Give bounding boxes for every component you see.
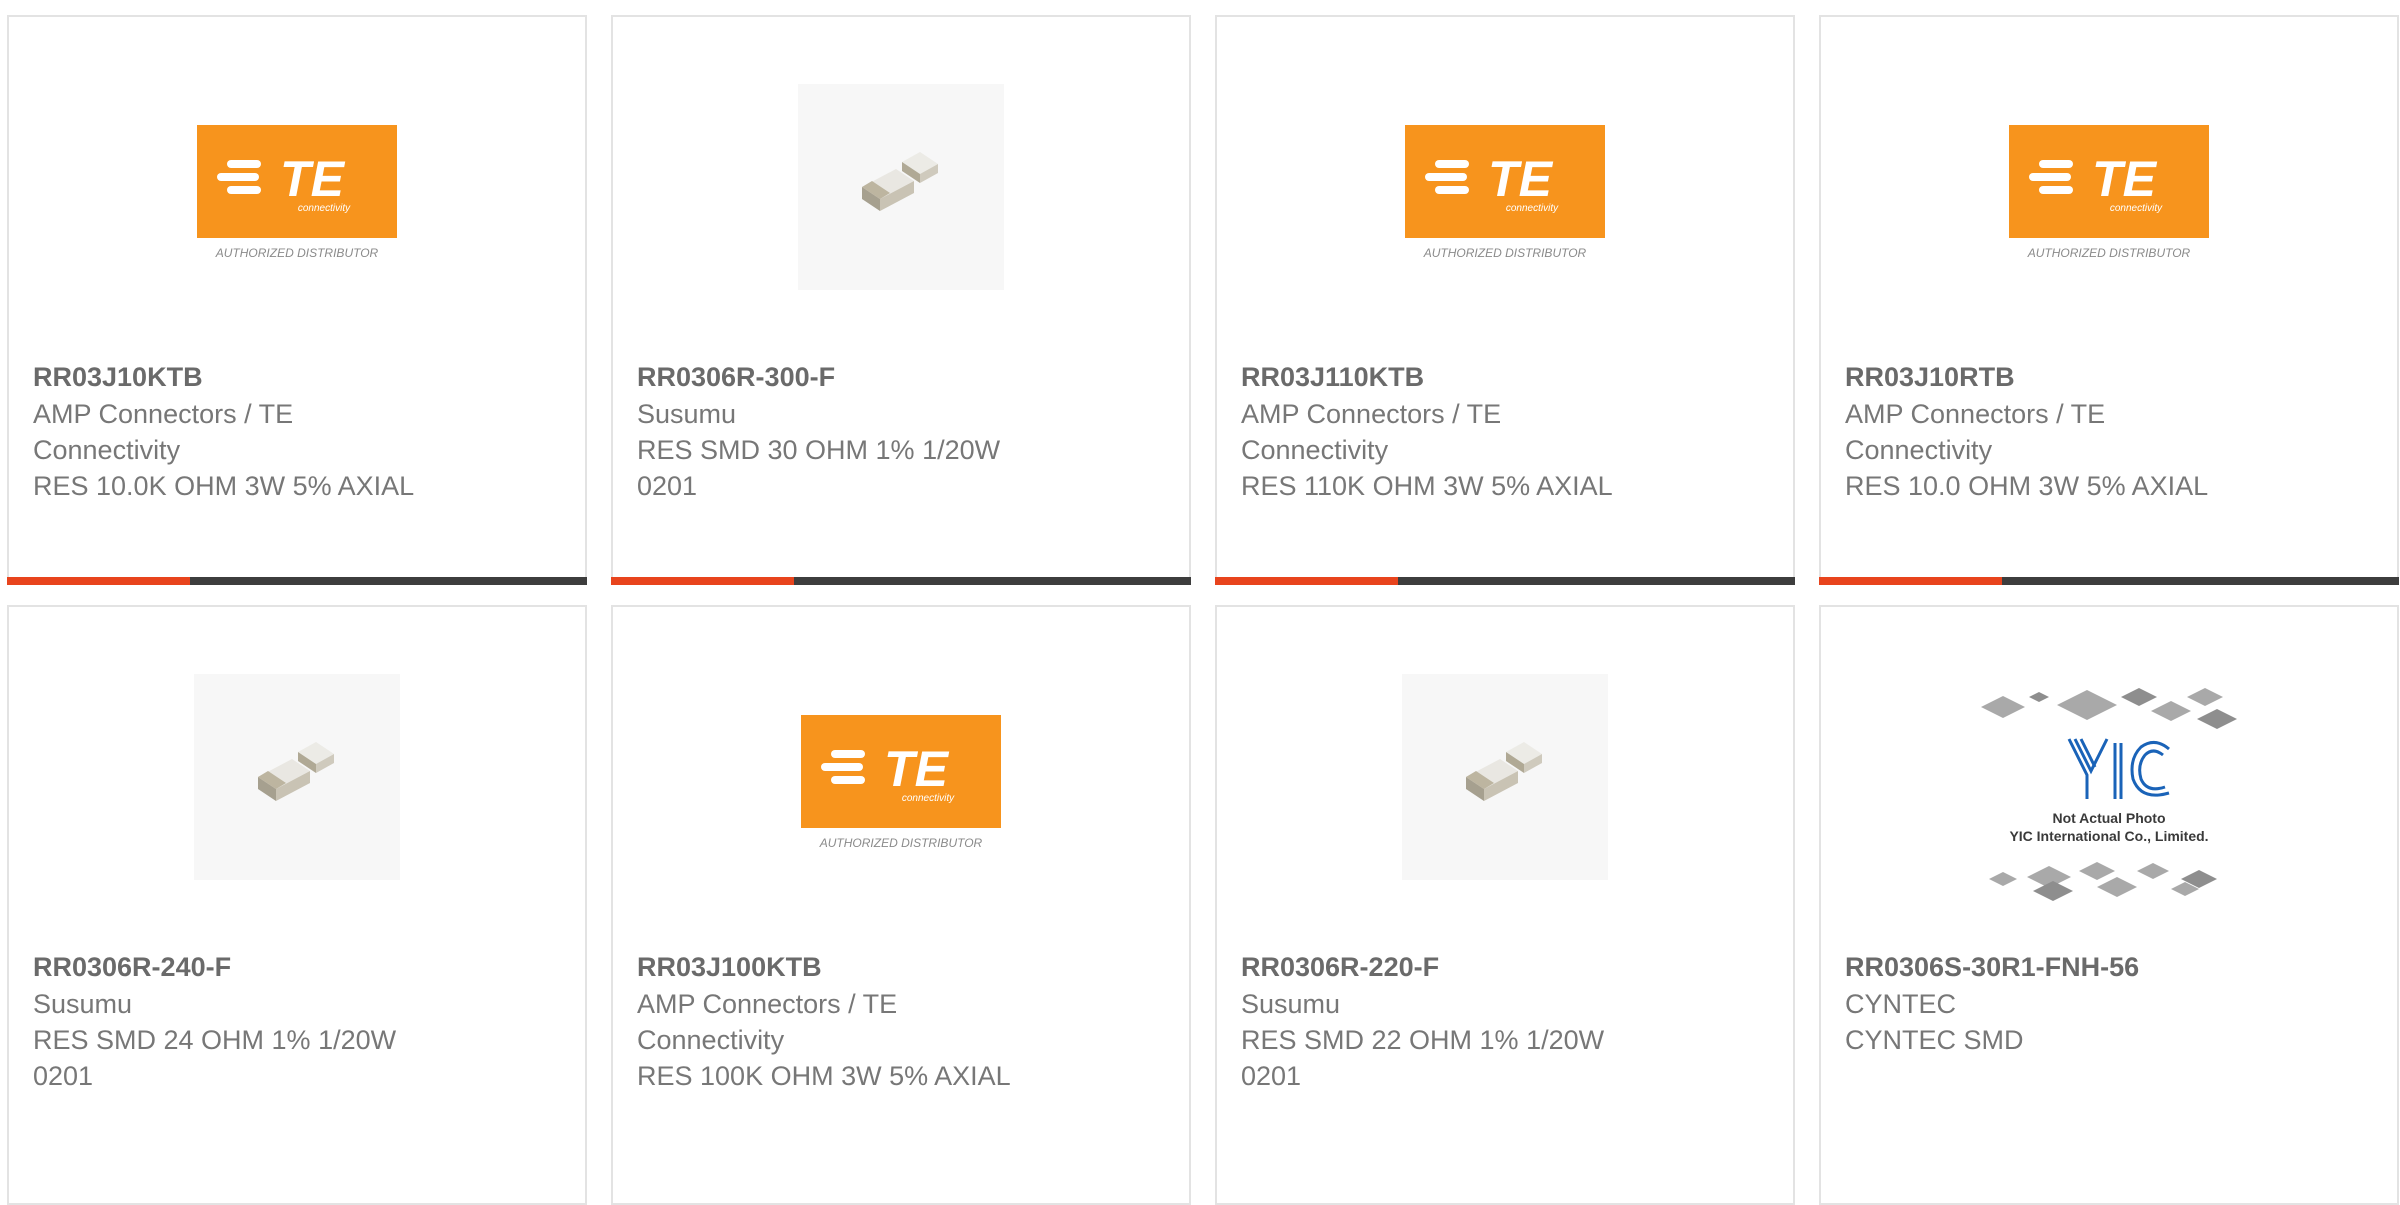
product-card[interactable]: Not Actual Photo YIC International Co., … [1819,605,2399,1205]
te-logo-sub: connectivity [902,793,955,804]
product-description: RES SMD 30 OHM 1% 1/20W 0201 [637,435,1001,501]
part-number-link[interactable]: RR0306R-220-F [1241,949,1769,985]
part-number-link[interactable]: RR03J10KTB [33,359,561,395]
part-number-link[interactable]: RR03J100KTB [637,949,1165,985]
product-description: RES 100K OHM 3W 5% AXIAL [637,1061,1011,1091]
te-logo-sub: connectivity [1506,203,1559,214]
product-card[interactable]: RR0306R-220-F Susumu RES SMD 22 OHM 1% 1… [1215,605,1795,1205]
product-card[interactable]: TE connectivity AUTHORIZED DISTRIBUTOR R… [7,15,587,585]
product-grid: TE connectivity AUTHORIZED DISTRIBUTOR R… [7,15,2399,1205]
product-card[interactable]: RR0306R-240-F Susumu RES SMD 24 OHM 1% 1… [7,605,587,1205]
product-info: RR0306R-300-F Susumu RES SMD 30 OHM 1% 1… [637,359,1165,504]
authorized-distributor-caption: AUTHORIZED DISTRIBUTOR [2027,246,2191,260]
manufacturer-name: AMP Connectors / TE Connectivity [33,399,294,465]
authorized-distributor-caption: AUTHORIZED DISTRIBUTOR [819,836,983,850]
card-progress-track [1819,577,2399,585]
product-image[interactable]: TE connectivity AUTHORIZED DISTRIBUTOR [2006,82,2212,292]
card-progress-fill [1215,577,1398,585]
product-description: RES SMD 24 OHM 1% 1/20W 0201 [33,1025,397,1091]
te-connectivity-logo: TE connectivity AUTHORIZED DISTRIBUTOR [1405,125,1605,260]
smd-chip-photo [1402,674,1608,880]
manufacturer-name: AMP Connectors / TE Connectivity [1845,399,2106,465]
card-progress-track [611,577,1191,585]
product-description: CYNTEC SMD [1845,1025,2024,1055]
product-description: RES SMD 22 OHM 1% 1/20W 0201 [1241,1025,1605,1091]
part-number-link[interactable]: RR03J110KTB [1241,359,1769,395]
card-progress-fill [611,577,794,585]
product-info: RR03J110KTB AMP Connectors / TE Connecti… [1241,359,1769,504]
product-info: RR0306R-240-F Susumu RES SMD 24 OHM 1% 1… [33,949,561,1094]
te-logo-text: TE [280,151,346,207]
part-number-link[interactable]: RR03J10RTB [1845,359,2373,395]
product-card[interactable]: TE connectivity AUTHORIZED DISTRIBUTOR R… [1215,15,1795,585]
placeholder-line2: YIC International Co., Limited. [2009,828,2208,844]
card-progress-track [7,577,587,585]
te-connectivity-logo: TE connectivity AUTHORIZED DISTRIBUTOR [2009,125,2209,260]
authorized-distributor-caption: AUTHORIZED DISTRIBUTOR [215,246,379,260]
manufacturer-name: AMP Connectors / TE Connectivity [1241,399,1502,465]
part-number-link[interactable]: RR0306S-30R1-FNH-56 [1845,949,2373,985]
product-image[interactable]: TE connectivity AUTHORIZED DISTRIBUTOR [1402,82,1608,292]
product-card[interactable]: RR0306R-300-F Susumu RES SMD 30 OHM 1% 1… [611,15,1191,585]
te-connectivity-logo: TE connectivity AUTHORIZED DISTRIBUTOR [801,715,1001,850]
product-info: RR03J10RTB AMP Connectors / TE Connectiv… [1845,359,2373,504]
product-description: RES 10.0K OHM 3W 5% AXIAL [33,471,415,501]
te-logo-text: TE [2092,151,2158,207]
product-info: RR03J100KTB AMP Connectors / TE Connecti… [637,949,1165,1094]
product-image[interactable]: TE connectivity AUTHORIZED DISTRIBUTOR [798,672,1004,882]
card-progress-track [1215,577,1795,585]
placeholder-line1: Not Actual Photo [2052,810,2165,826]
te-logo-text: TE [1488,151,1554,207]
product-info: RR0306R-220-F Susumu RES SMD 22 OHM 1% 1… [1241,949,1769,1094]
smd-chip-photo [194,674,400,880]
product-info: RR03J10KTB AMP Connectors / TE Connectiv… [33,359,561,504]
te-logo-sub: connectivity [2110,203,2163,214]
manufacturer-name: CYNTEC [1845,989,1957,1019]
te-logo-sub: connectivity [298,203,351,214]
manufacturer-name: AMP Connectors / TE Connectivity [637,989,898,1055]
product-card[interactable]: TE connectivity AUTHORIZED DISTRIBUTOR R… [1819,15,2399,585]
part-number-link[interactable]: RR0306R-240-F [33,949,561,985]
yic-not-actual-photo: Not Actual Photo YIC International Co., … [1981,688,2237,901]
smd-chip-photo [798,84,1004,290]
authorized-distributor-caption: AUTHORIZED DISTRIBUTOR [1423,246,1587,260]
manufacturer-name: Susumu [637,399,737,429]
product-image[interactable]: Not Actual Photo YIC International Co., … [1971,667,2247,917]
part-number-link[interactable]: RR0306R-300-F [637,359,1165,395]
te-logo-text: TE [884,741,950,797]
manufacturer-name: Susumu [1241,989,1341,1019]
product-info: RR0306S-30R1-FNH-56 CYNTEC CYNTEC SMD [1845,949,2373,1058]
product-description: RES 10.0 OHM 3W 5% AXIAL [1845,471,2209,501]
product-image[interactable] [798,82,1004,292]
product-image[interactable]: TE connectivity AUTHORIZED DISTRIBUTOR [194,82,400,292]
card-progress-fill [1819,577,2002,585]
product-description: RES 110K OHM 3W 5% AXIAL [1241,471,1613,501]
manufacturer-name: Susumu [33,989,133,1019]
te-connectivity-logo: TE connectivity AUTHORIZED DISTRIBUTOR [197,125,397,260]
product-image[interactable] [1402,672,1608,882]
product-image[interactable] [194,672,400,882]
card-progress-fill [7,577,190,585]
product-card[interactable]: TE connectivity AUTHORIZED DISTRIBUTOR R… [611,605,1191,1205]
